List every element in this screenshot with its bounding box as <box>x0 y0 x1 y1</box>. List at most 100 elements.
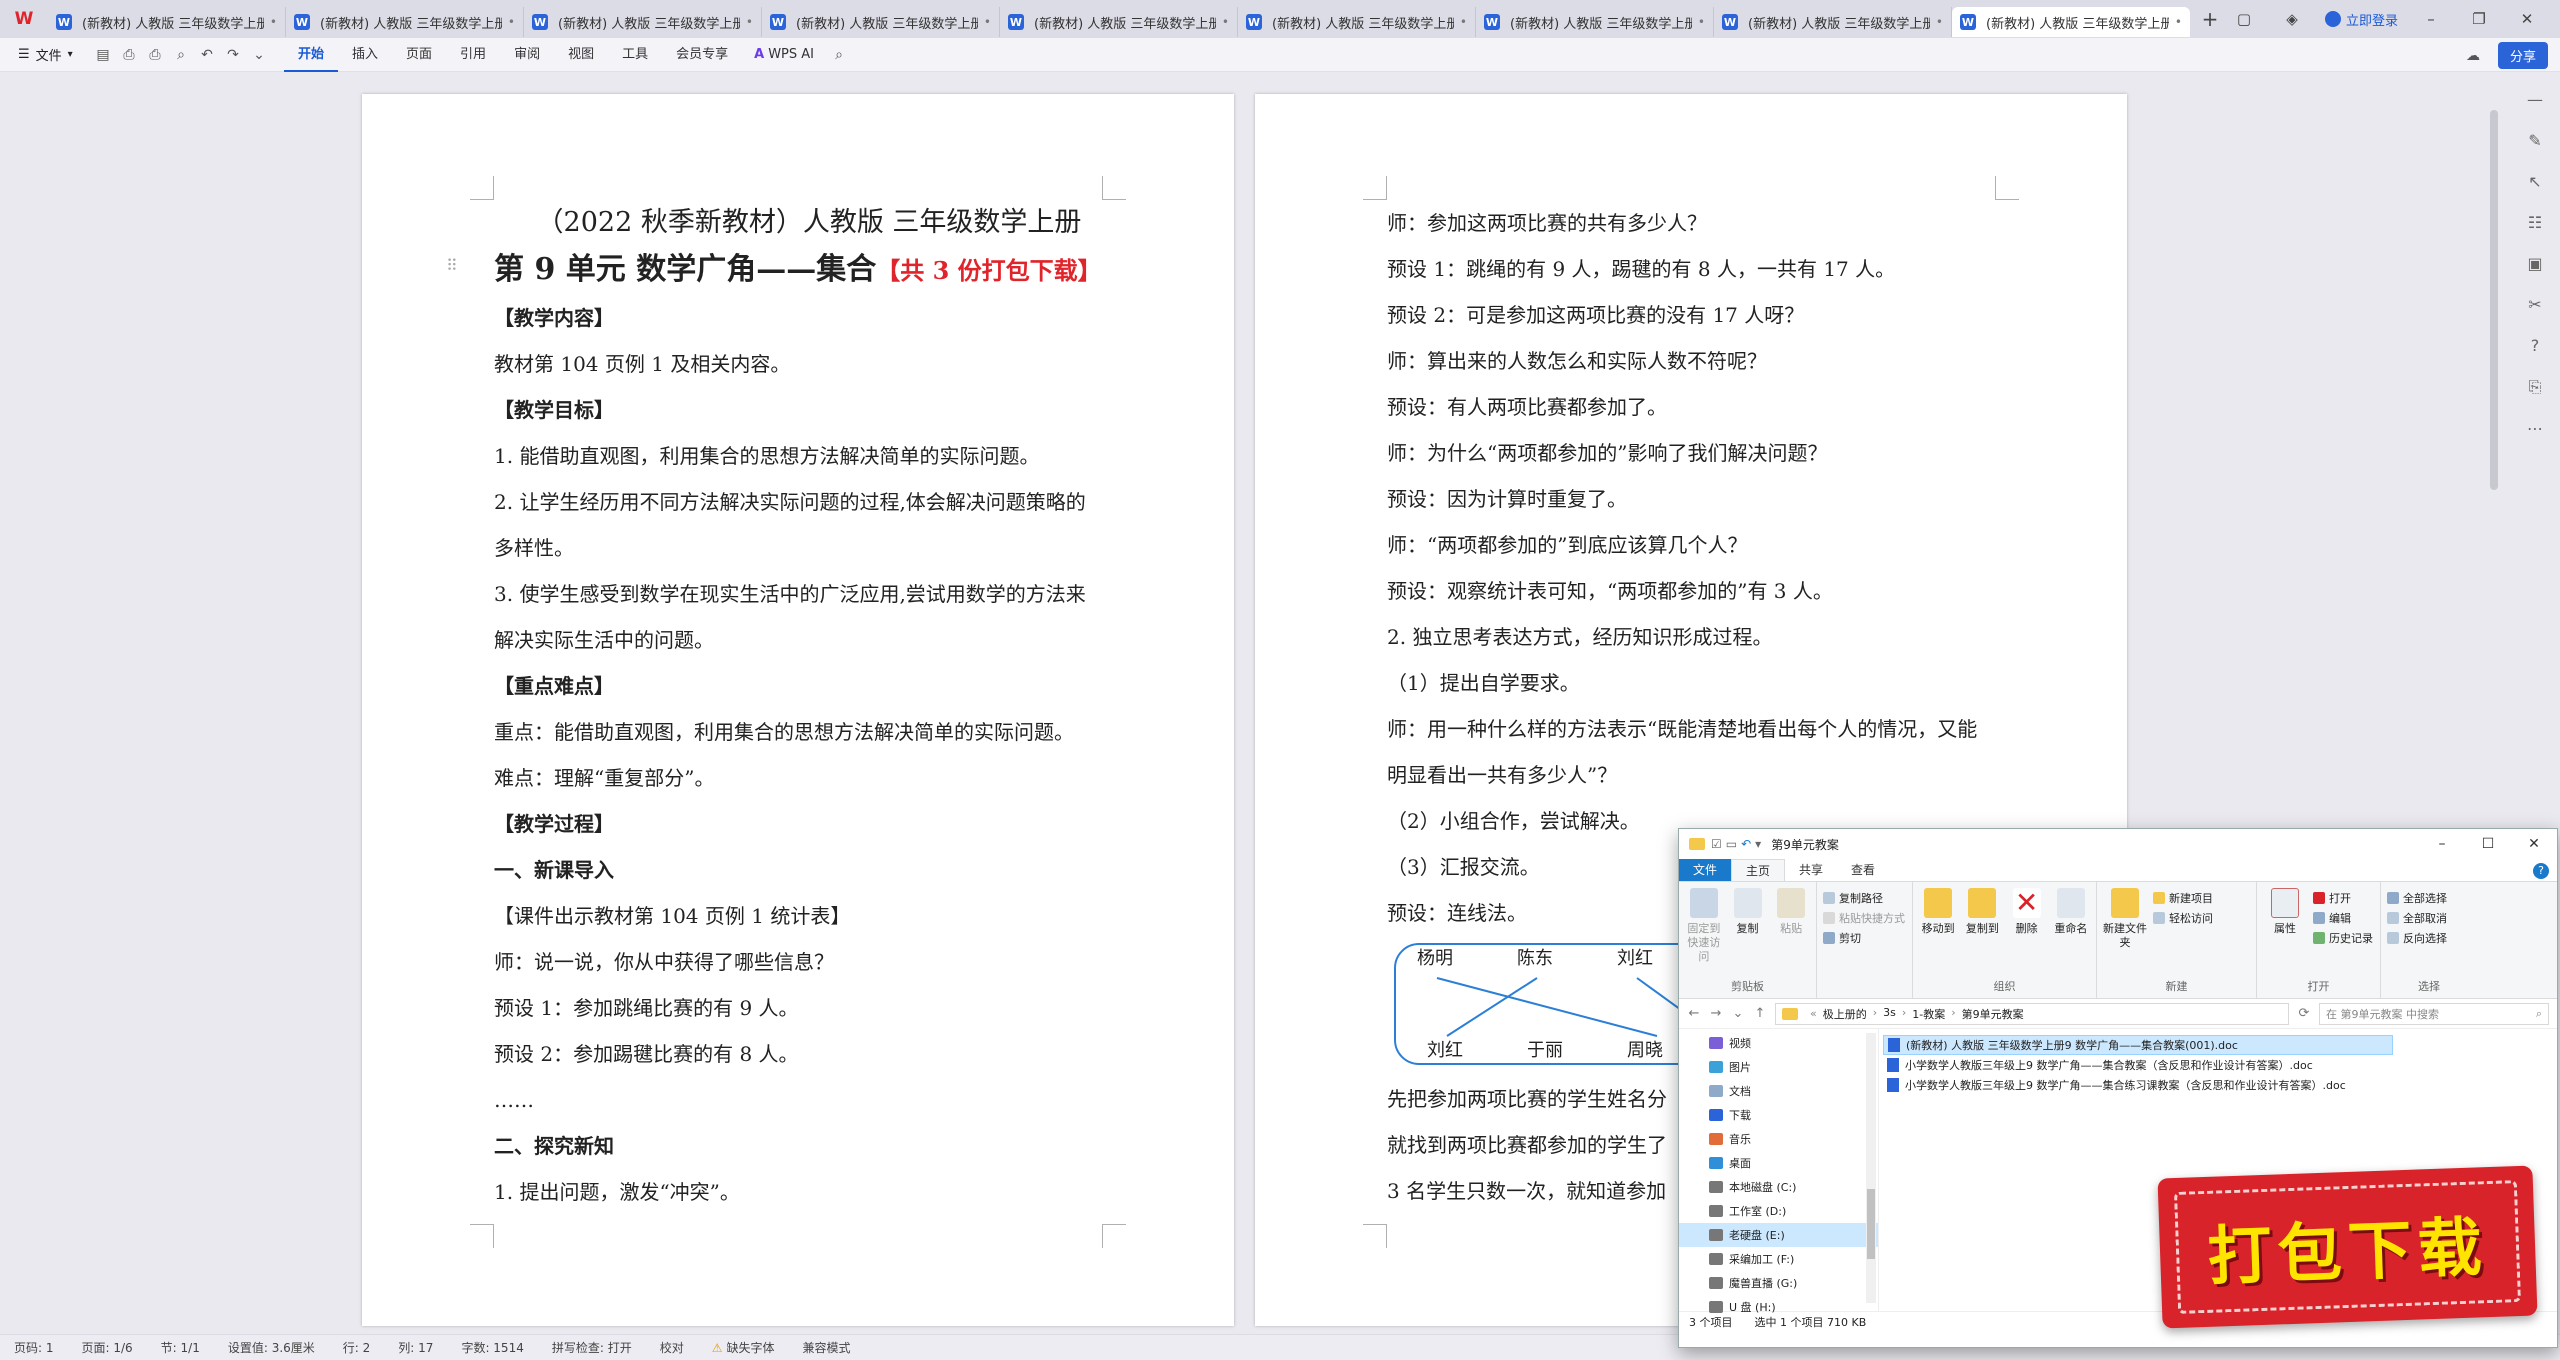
nav-item[interactable]: 魔兽直播 (G:) <box>1679 1271 1878 1295</box>
tab-close-icon[interactable]: • <box>508 15 515 29</box>
breadcrumb-item[interactable]: 第9单元教案 <box>1962 1006 2024 1022</box>
explorer-minimize-button[interactable]: – <box>2419 829 2465 859</box>
nav-item[interactable]: 本地磁盘 (C:) <box>1679 1175 1878 1199</box>
tab-close-icon[interactable]: • <box>984 15 991 29</box>
explorer-title-bar[interactable]: ☑ ▭ ↶ ▾ 第9单元教案 – ☐ ✕ <box>1679 829 2557 859</box>
breadcrumb-overflow-icon[interactable]: « <box>1810 1007 1817 1020</box>
history-button[interactable]: 历史记录 <box>2313 930 2373 946</box>
select-all-button[interactable]: 全部选择 <box>2387 890 2447 906</box>
edit-button[interactable]: 编辑 <box>2313 910 2373 926</box>
status-item[interactable]: 列: 17 <box>384 1339 447 1356</box>
new-folder-quick-icon[interactable]: ▭ <box>1726 837 1737 851</box>
menu-tab[interactable]: 视图 <box>554 38 608 72</box>
paragraph-drag-handle-icon[interactable]: ⠿ <box>446 256 458 275</box>
nav-item[interactable]: 图片 <box>1679 1055 1878 1079</box>
menu-tab[interactable]: 开始 <box>284 38 339 72</box>
explorer-search-input[interactable]: 在 第9单元教案 中搜索 ⌕ <box>2319 1002 2549 1025</box>
invert-selection-button[interactable]: 反向选择 <box>2387 930 2447 946</box>
nav-item[interactable]: 采编加工 (F:) <box>1679 1247 1878 1271</box>
select-cursor-icon[interactable]: ↖ <box>2528 172 2541 191</box>
explorer-ribbon-tab[interactable]: 主页 <box>1731 859 1786 881</box>
save-icon[interactable]: ▤ <box>90 47 116 63</box>
menu-tab[interactable]: 审阅 <box>500 38 554 72</box>
nav-item[interactable]: 工作室 (D:) <box>1679 1199 1878 1223</box>
nav-item[interactable]: U 盘 (H:) <box>1679 1295 1878 1319</box>
search-icon[interactable]: ⌕ <box>826 47 852 63</box>
recent-chevron-icon[interactable]: ⌄ <box>1731 1006 1745 1021</box>
undo-quick-icon[interactable]: ↶ <box>1741 837 1751 851</box>
explorer-ribbon-tab[interactable]: 文件 <box>1679 859 1732 881</box>
up-arrow-icon[interactable]: ↑ <box>1753 1006 1767 1021</box>
copy-path-button[interactable]: 复制路径 <box>1823 890 1905 906</box>
redo-icon[interactable]: ↷ <box>220 47 246 63</box>
share-doc-icon[interactable]: ⎘ <box>2529 377 2542 397</box>
menu-tab[interactable]: 工具 <box>608 38 662 72</box>
menu-tab[interactable]: 会员专享 <box>662 38 742 72</box>
nav-item[interactable]: 音乐 <box>1679 1127 1878 1151</box>
more-chevron-icon[interactable]: ⌄ <box>246 47 272 63</box>
tab-close-icon[interactable]: • <box>2175 15 2182 29</box>
nav-item[interactable]: 文档 <box>1679 1079 1878 1103</box>
wps-logo-icon[interactable]: W <box>0 0 48 38</box>
status-item[interactable]: 字数: 1514 <box>447 1339 537 1356</box>
tab-close-icon[interactable]: • <box>1460 15 1467 29</box>
new-item-button[interactable]: 新建项目 <box>2153 890 2213 906</box>
file-row[interactable]: 小学数学人教版三年级上9 数学广角——集合教案（含反思和作业设计有答案）.doc <box>1883 1055 2503 1075</box>
more-icon[interactable]: ⋯ <box>2527 419 2543 438</box>
collapse-icon[interactable]: — <box>2527 90 2543 109</box>
tools-icon[interactable]: ✂ <box>2528 295 2541 314</box>
explorer-ribbon-tab[interactable]: 共享 <box>1785 859 1837 881</box>
nav-item[interactable]: 老硬盘 (E:) <box>1679 1223 1878 1247</box>
document-tab[interactable]: W (新教材) 人教版 三年级数学上册 • <box>48 7 286 37</box>
print-icon[interactable]: ⎙ <box>142 47 168 63</box>
status-item[interactable]: 校对 <box>646 1339 698 1356</box>
export-pdf-icon[interactable]: ⎙ <box>116 47 142 63</box>
print-preview-icon[interactable]: ⌕ <box>168 47 194 63</box>
open-button[interactable]: 打开 <box>2313 890 2373 906</box>
cloud-sync-icon[interactable]: ☁ <box>2460 48 2486 64</box>
file-row[interactable]: 小学数学人教版三年级上9 数学广角——集合练习课教案（含反思和作业设计有答案）.… <box>1883 1075 2503 1095</box>
status-item[interactable]: 节: 1/1 <box>147 1339 214 1356</box>
easy-access-button[interactable]: 轻松访问 <box>2153 910 2213 926</box>
nav-item[interactable]: 下载 <box>1679 1103 1878 1127</box>
menu-tab[interactable]: 插入 <box>338 38 392 72</box>
wps-ai-button[interactable]: A WPS AI <box>742 47 826 62</box>
document-tab[interactable]: W (新教材) 人教版 三年级数学上册 • <box>286 7 524 37</box>
breadcrumb-item[interactable]: 1-教案 <box>1912 1006 1945 1022</box>
back-arrow-icon[interactable]: ← <box>1687 1006 1701 1021</box>
document-tab[interactable]: W (新教材) 人教版 三年级数学上册 • <box>1238 7 1476 37</box>
file-menu[interactable]: ☰ 文件 ▾ <box>0 45 90 64</box>
document-page-1[interactable]: ⠿ （2022 秋季新教材）人教版 三年级数学上册 第 9 单元 数学广角——集… <box>362 94 1234 1326</box>
nav-item[interactable]: 视频 <box>1679 1031 1878 1055</box>
document-tab[interactable]: W (新教材) 人教版 三年级数学上册 • <box>1000 7 1238 37</box>
document-tab[interactable]: W (新教材) 人教版 三年级数学上册 • <box>1714 7 1952 37</box>
pen-icon[interactable]: ✎ <box>2528 131 2541 150</box>
document-scrollbar[interactable] <box>2490 110 2498 490</box>
menu-tab[interactable]: 页面 <box>392 38 446 72</box>
new-tab-button[interactable]: + <box>2190 7 2230 31</box>
tab-close-icon[interactable]: • <box>270 15 277 29</box>
properties-quick-icon[interactable]: ☑ <box>1711 837 1722 851</box>
settings-sliders-icon[interactable]: ☷ <box>2528 213 2542 232</box>
missing-font-warning[interactable]: 缺失字体 <box>698 1339 789 1356</box>
status-item[interactable]: 拼写检查: 打开 <box>538 1339 646 1356</box>
restore-button[interactable]: ❐ <box>2464 10 2494 28</box>
explorer-ribbon-tab[interactable]: 查看 <box>1837 859 1889 881</box>
paste-shortcut-button[interactable]: 粘贴快捷方式 <box>1823 910 1905 926</box>
breadcrumb-item[interactable]: 极上册的 <box>1823 1006 1867 1022</box>
tab-close-icon[interactable]: • <box>746 15 753 29</box>
status-item[interactable]: 设置值: 3.6厘米 <box>214 1339 329 1356</box>
login-button[interactable]: 立即登录 <box>2324 10 2398 29</box>
explorer-close-button[interactable]: ✕ <box>2511 829 2557 859</box>
status-item[interactable]: 页码: 1 <box>0 1339 68 1356</box>
address-bar[interactable]: « 极上册的 › 3s › 1-教案 › 第9单元教案 <box>1775 1002 2289 1025</box>
document-tab[interactable]: W (新教材) 人教版 三年级数学上册 • <box>1952 7 2190 37</box>
window-layout-icon[interactable]: ▢ <box>2229 10 2259 28</box>
quick-access-dropdown-icon[interactable]: ▾ <box>1755 837 1761 851</box>
image-icon[interactable]: ▣ <box>2527 254 2542 273</box>
document-tab[interactable]: W (新教材) 人教版 三年级数学上册 • <box>762 7 1000 37</box>
skin-icon[interactable]: ◈ <box>2277 10 2307 28</box>
explorer-maximize-button[interactable]: ☐ <box>2465 829 2511 859</box>
share-button[interactable]: 分享 <box>2497 42 2548 69</box>
document-tab[interactable]: W (新教材) 人教版 三年级数学上册 • <box>524 7 762 37</box>
